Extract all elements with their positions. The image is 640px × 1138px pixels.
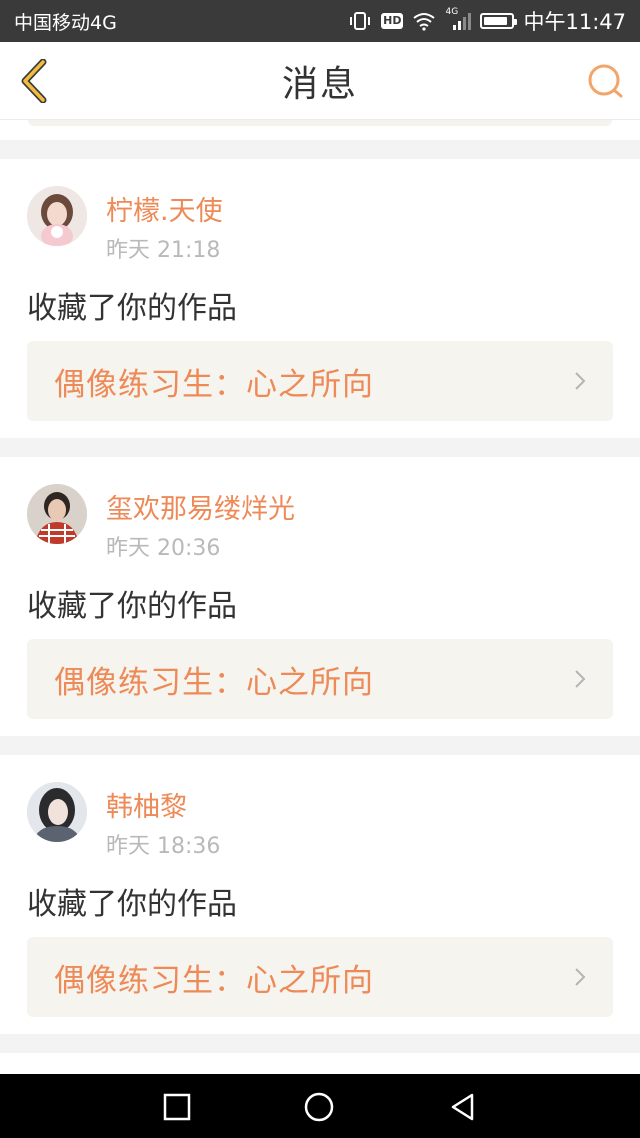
battery-level: [484, 17, 507, 25]
message-card[interactable]: 玺欢那易缕烊光 昨天 20:36 收藏了你的作品 偶像练习生：心之所向: [0, 457, 640, 736]
clock: 中午11:47: [523, 10, 626, 34]
signal-icon: 4G: [445, 7, 472, 31]
message-time: 昨天 21:18: [106, 238, 221, 263]
search-icon: [588, 64, 623, 98]
wifi-icon: [412, 11, 436, 31]
carrier-label: 中国移动4G: [14, 11, 117, 34]
message-list[interactable]: 柠檬.天使 昨天 21:18 收藏了你的作品 偶像练习生：心之所向 玺欢那易缕烊…: [0, 120, 640, 1074]
nav-bar: 消息: [0, 42, 640, 120]
user-name[interactable]: 韩柚黎: [106, 785, 187, 824]
recent-apps-button[interactable]: [160, 1090, 194, 1124]
network-type-label: 4G: [445, 7, 459, 17]
previous-card-tail: [0, 120, 640, 140]
work-title: 偶像练习生：心之所向: [54, 962, 374, 999]
triangle-back-icon: [451, 1093, 474, 1121]
search-button[interactable]: [584, 60, 626, 102]
status-icons: HD 4G 中午11:47: [348, 6, 626, 36]
chevron-right-icon: [575, 670, 586, 688]
work-link[interactable]: 偶像练习生：心之所向: [27, 937, 613, 1017]
square-icon: [163, 1093, 191, 1121]
message-card-partial[interactable]: [0, 1053, 640, 1074]
message-time: 昨天 20:36: [106, 536, 221, 561]
circle-icon: [304, 1092, 334, 1122]
work-title: 偶像练习生：心之所向: [54, 366, 374, 403]
status-bar: 中国移动4G HD 4G 中午11:47: [0, 0, 640, 42]
back-chevron-icon: [21, 59, 47, 103]
work-link[interactable]: 偶像练习生：心之所向: [27, 341, 613, 421]
action-text: 收藏了你的作品: [27, 887, 237, 922]
back-nav-button[interactable]: [446, 1090, 480, 1124]
avatar[interactable]: [27, 186, 87, 246]
avatar[interactable]: [27, 782, 87, 842]
hd-badge: HD: [381, 13, 404, 29]
user-name[interactable]: 柠檬.天使: [106, 189, 223, 228]
chevron-right-icon: [575, 372, 586, 390]
action-text: 收藏了你的作品: [27, 291, 237, 326]
back-button[interactable]: [14, 58, 54, 104]
action-text: 收藏了你的作品: [27, 589, 237, 624]
work-link[interactable]: 偶像练习生：心之所向: [27, 639, 613, 719]
battery-icon: [480, 13, 518, 29]
home-button[interactable]: [302, 1090, 336, 1124]
vibrate-icon: [348, 11, 372, 31]
work-title: 偶像练习生：心之所向: [54, 664, 374, 701]
message-time: 昨天 18:36: [106, 834, 221, 859]
system-nav-bar: [0, 1074, 640, 1138]
page-title: 消息: [281, 63, 358, 105]
message-card[interactable]: 柠檬.天使 昨天 21:18 收藏了你的作品 偶像练习生：心之所向: [0, 159, 640, 438]
chevron-right-icon: [575, 968, 586, 986]
message-card[interactable]: 韩柚黎 昨天 18:36 收藏了你的作品 偶像练习生：心之所向: [0, 755, 640, 1034]
avatar[interactable]: [27, 484, 87, 544]
user-name[interactable]: 玺欢那易缕烊光: [106, 487, 295, 526]
